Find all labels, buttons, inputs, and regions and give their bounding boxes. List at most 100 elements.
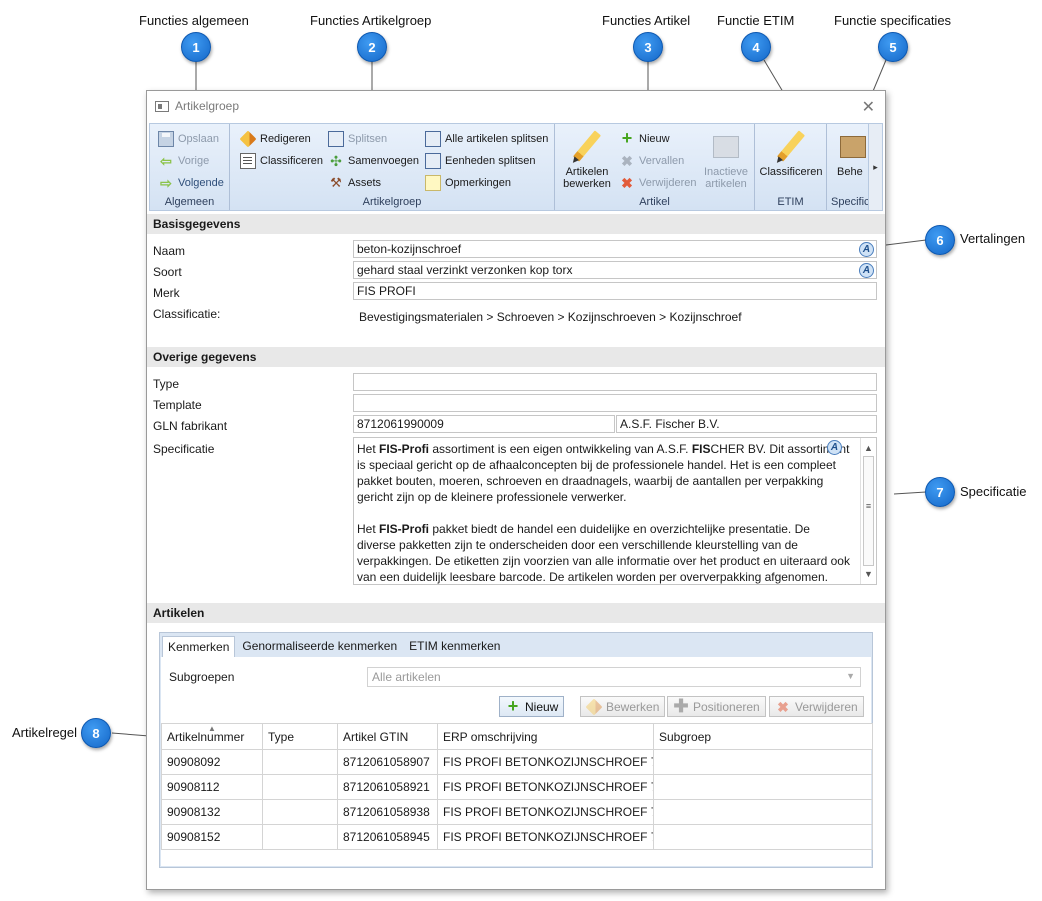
cell-type [262,774,338,800]
callout-badge-6: 6 [925,225,955,255]
articles-content: Subgroepen Alle artikelen ▼ + Nieuw Bewer… [161,657,873,866]
cell-erp: FIS PROFI BETONKOZIJNSCHROEF 7.5x 9 [437,749,654,775]
callout-badge-4: 4 [741,32,771,62]
cell-artikelnummer: 90908092 [161,749,263,775]
gln-field[interactable]: 8712061990009 [353,415,615,433]
window-titlebar: Artikelgroep ✕ [147,91,885,121]
arrow-left-icon: ⇦ [160,153,172,169]
cell-type [262,749,338,775]
manage-specifications-button[interactable]: Behe [829,130,872,178]
callout-badge-1: 1 [181,32,211,62]
column-header-erp[interactable]: ERP omschrijving [437,723,654,750]
cell-type [262,824,338,850]
split-all-articles-button[interactable]: Alle artikelen splitsen [425,131,548,147]
split-units-button[interactable]: Eenheden splitsen [425,153,536,169]
translation-icon[interactable]: A [859,242,874,257]
inactive-articles-button[interactable]: Inactieve artikelen [701,130,751,190]
save-button[interactable]: Opslaan [158,131,219,147]
box-refresh-icon [710,130,742,162]
callout-badge-5: 5 [878,32,908,62]
classify-group-button[interactable]: Classificeren [240,153,323,169]
cell-gtin: 8712061058945 [337,824,438,850]
callout-label-3: Functies Artikel [602,13,691,28]
delete-row-button[interactable]: ✖ Verwijderen [769,696,864,717]
sort-ascending-icon: ▲ [208,724,216,733]
assets-button[interactable]: ⚒ Assets [328,175,381,191]
tab-genormaliseerde-kenmerken[interactable]: Genormaliseerde kenmerken [237,636,402,657]
scroll-up-icon[interactable]: ▲ [861,440,876,456]
brand-field[interactable]: FIS PROFI [353,282,877,300]
articles-panel: Kenmerken Genormaliseerde kenmerken ETIM… [159,632,873,868]
cell-artikelnummer: 90908112 [161,774,263,800]
note-icon [425,175,441,191]
cell-gtin: 8712061058938 [337,799,438,825]
next-button[interactable]: ⇨ Volgende [158,175,224,191]
expire-article-button[interactable]: ✖ Vervallen [619,153,684,169]
template-label: Template [153,398,202,412]
previous-button[interactable]: ⇦ Vorige [158,153,209,169]
classification-path: Bevestigingsmaterialen > Schroeven > Koz… [359,310,742,324]
position-row-button[interactable]: ✚ Positioneren [667,696,766,717]
ribbon-group-artikel: Artikelen bewerken + Nieuw ✖ Vervallen ✖ Ve… [555,124,755,210]
callout-label-7: Specificatie [960,484,1027,499]
section-basisgegevens: Basisgegevens [147,214,885,234]
callout-label-1: Functies algemeen [139,13,249,28]
close-icon[interactable]: ✕ [862,97,875,117]
new-row-button[interactable]: + Nieuw [499,696,565,717]
subgroups-select[interactable]: Alle artikelen ▼ [367,667,861,687]
cell-gtin: 8712061058921 [337,774,438,800]
cell-subgroep [653,799,873,825]
table-row[interactable]: 90908092 8712061058907 FIS PROFI BETONKO… [161,749,873,775]
scroll-grip-icon: ≡ [865,501,872,511]
tools-icon: ⚒ [330,175,342,190]
delete-article-button[interactable]: ✖ Verwijderen [619,175,696,191]
callout-label-2: Functies Artikelgroep [310,13,432,28]
edit-icon [239,130,257,148]
specification-textarea[interactable]: Het FIS-Profi assortiment is een eigen o… [353,437,877,585]
save-icon [158,131,174,147]
section-overige-gegevens: Overige gegevens [147,347,885,367]
ribbon-scroll-right-button[interactable]: ▸ [868,124,882,210]
cell-subgroep [653,749,873,775]
specification-scrollbar[interactable]: ▲ ≡ ▼ [860,438,876,584]
type-field[interactable] [353,373,877,391]
edit-articles-button[interactable]: Artikelen bewerken [559,130,615,190]
gln-label: GLN fabrikant [153,419,228,433]
etim-classify-button[interactable]: Classificeren [759,130,823,178]
remarks-button[interactable]: Opmerkingen [425,175,511,191]
ribbon-group-title-artikelgroep: Artikelgroep [362,196,422,208]
edit-row-button[interactable]: Bewerken [580,696,666,717]
column-header-gtin[interactable]: Artikel GTIN [337,723,438,750]
table-row[interactable]: 90908112 8712061058921 FIS PROFI BETONKO… [161,774,873,800]
table-row[interactable]: 90908152 8712061058945 FIS PROFI BETONKO… [161,824,873,850]
cell-subgroep [653,824,873,850]
subgroups-label: Subgroepen [169,670,235,684]
edit-group-button[interactable]: Redigeren [239,130,311,148]
ribbon-group-etim: Classificeren ETIM [755,124,827,210]
name-field[interactable]: beton-kozijnschroef A [353,240,877,258]
translation-icon[interactable]: A [859,263,874,278]
column-header-artikelnummer[interactable]: ▲ Artikelnummer [161,723,263,750]
soort-field[interactable]: gehard staal verzinkt verzonken kop torx… [353,261,877,279]
tab-kenmerken[interactable]: Kenmerken [162,636,236,657]
column-header-subgroep[interactable]: Subgroep [653,723,873,750]
type-label: Soort [153,265,182,279]
callout-label-5: Functie specificaties [834,13,952,28]
template-field[interactable] [353,394,877,412]
table-row[interactable]: 90908132 8712061058938 FIS PROFI BETONKO… [161,799,873,825]
cell-gtin: 8712061058907 [337,749,438,775]
merge-button[interactable]: ✣ Samenvoegen [328,153,419,169]
column-header-type[interactable]: Type [262,723,338,750]
scroll-down-icon[interactable]: ▼ [861,566,876,582]
cell-erp: FIS PROFI BETONKOZIJNSCHROEF 7.5x1 [437,799,654,825]
callout-label-8: Artikelregel [12,725,78,740]
translation-icon[interactable]: A [827,440,842,455]
gln-manufacturer-field: A.S.F. Fischer B.V. [616,415,877,433]
ribbon-group-title-etim: ETIM [777,196,804,208]
table-header-row: ▲ Artikelnummer Type Artikel GTIN ERP oms… [161,723,873,750]
tab-etim-kenmerken[interactable]: ETIM kenmerken [404,636,505,657]
new-article-button[interactable]: + Nieuw [619,129,670,147]
split-button[interactable]: Splitsen [328,131,387,147]
artikelgroep-window: Artikelgroep ✕ Opslaan ⇦ Vorige ⇨ Volgende… [146,90,886,890]
box-icon [837,130,869,162]
